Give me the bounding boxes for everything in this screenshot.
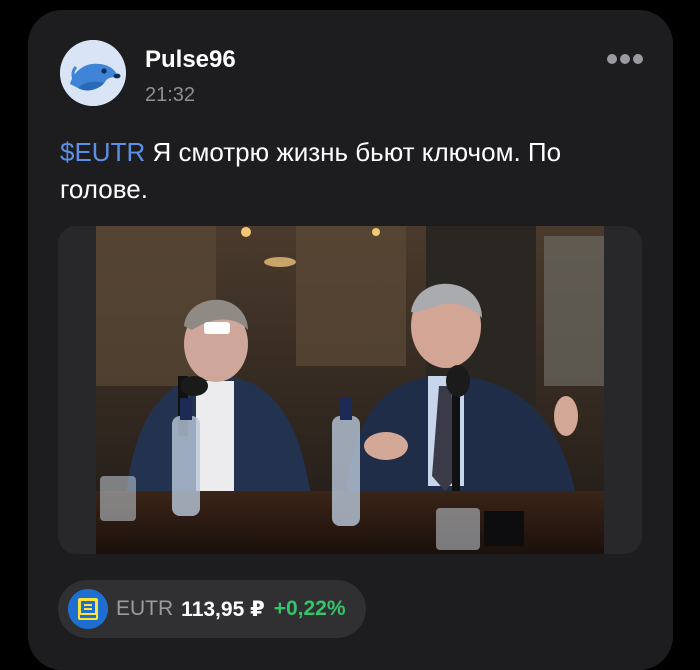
author-name[interactable]: Pulse96 bbox=[145, 46, 236, 74]
seal-avatar-icon bbox=[60, 40, 126, 106]
dot bbox=[633, 54, 643, 64]
post-body: $EUTR Я смотрю жизнь бьют ключом. По гол… bbox=[60, 134, 650, 208]
post-media[interactable] bbox=[58, 226, 642, 554]
eutr-logo-icon bbox=[68, 589, 108, 629]
more-options-icon[interactable] bbox=[607, 54, 643, 64]
instrument-ticker: EUTR bbox=[116, 597, 174, 620]
author-avatar[interactable] bbox=[60, 40, 126, 106]
dot bbox=[620, 54, 630, 64]
dot bbox=[607, 54, 617, 64]
eutr-logo-mark bbox=[68, 589, 108, 629]
instrument-price: 113,95 ₽ bbox=[181, 597, 265, 621]
instrument-change: +0,22% bbox=[273, 597, 346, 620]
instrument-chip[interactable]: EUTR 113,95 ₽ +0,22% bbox=[58, 580, 366, 638]
video-frame[interactable] bbox=[96, 226, 604, 554]
video-still-image bbox=[96, 226, 604, 554]
ticker-mention-link[interactable]: $EUTR bbox=[60, 137, 145, 167]
post-timestamp: 21:32 bbox=[145, 84, 196, 106]
post-card[interactable]: Pulse96 21:32 $EUTR Я смотрю жизнь бьют … bbox=[28, 10, 673, 670]
